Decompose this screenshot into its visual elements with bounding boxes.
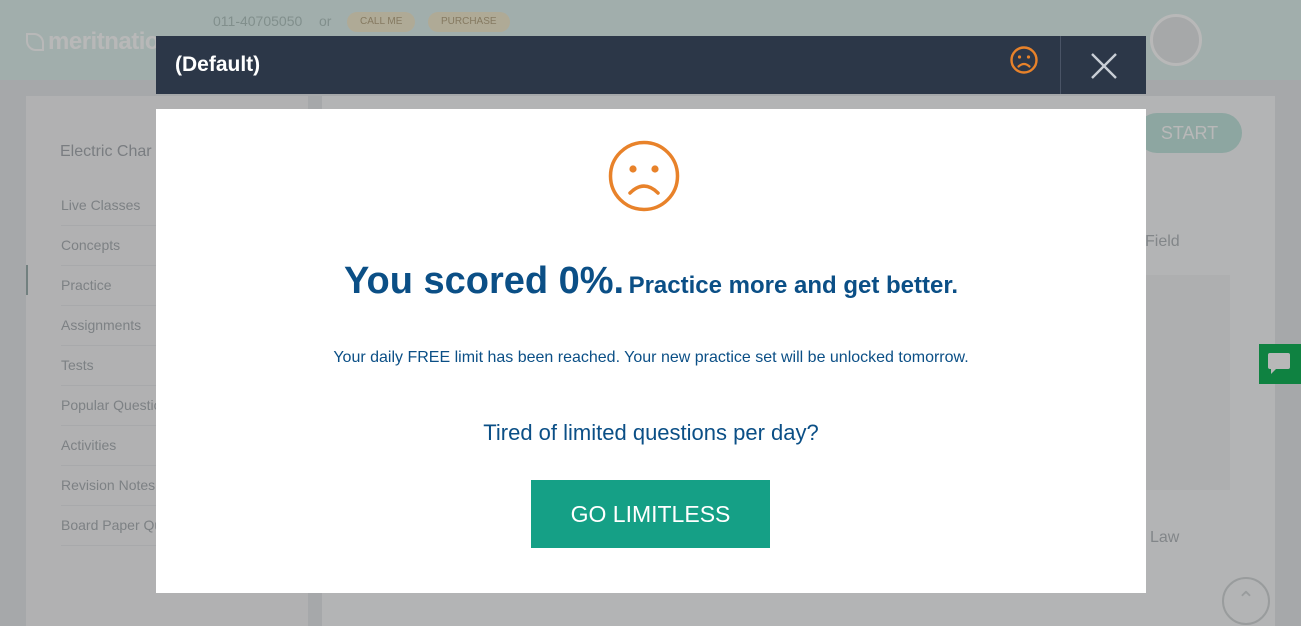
close-icon [1091,53,1117,79]
score-main-text: You scored 0%. [343,260,625,302]
go-limitless-button[interactable]: GO LIMITLESS [531,480,770,548]
modal-body: You scored 0%. Practice more and get bet… [156,109,1146,593]
score-sub-text: Practice more and get better. [628,272,959,299]
sad-face-icon [608,140,680,212]
limit-message: Your daily FREE limit has been reached. … [333,349,969,366]
score-heading: You scored 0%. Practice more and get bet… [156,260,1146,303]
close-button[interactable] [1061,36,1146,94]
modal-header: (Default) [156,36,1146,94]
upsell-question: Tired of limited questions per day? [483,420,819,445]
sad-face-icon [1010,46,1038,74]
modal-title: (Default) [175,53,261,76]
